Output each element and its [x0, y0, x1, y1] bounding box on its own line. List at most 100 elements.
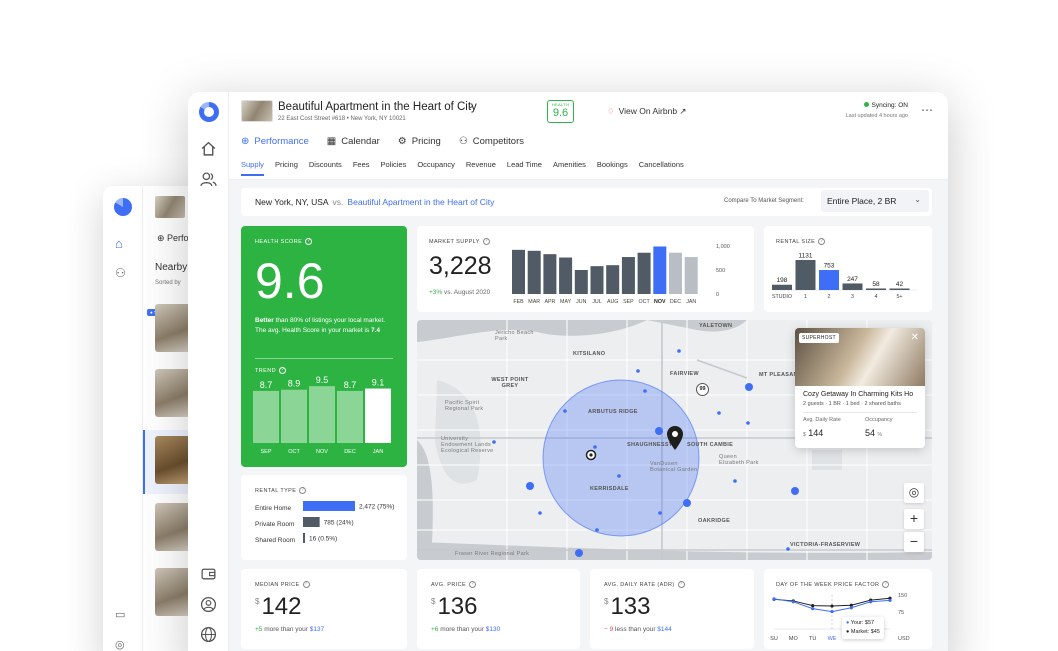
chevron-down-icon[interactable]: ⌄	[467, 100, 475, 111]
logo-icon[interactable]	[199, 102, 219, 122]
listing-title[interactable]: Beautiful Apartment in the Heart of City	[278, 101, 477, 113]
kpi-value: $133	[604, 593, 651, 620]
supply-bar	[512, 249, 525, 294]
supply-tick-label: JAN	[686, 299, 696, 305]
rsize-bar	[819, 270, 839, 290]
account-icon[interactable]	[200, 596, 217, 613]
dow-axis-label: 75	[898, 610, 904, 616]
health-badge-value: 9.6	[552, 107, 569, 119]
supply-tick-label: MAY	[560, 299, 572, 305]
avg-price-card: AVG. PRICE? $136 +6 more than your $130	[417, 569, 580, 649]
subtab-policies[interactable]: Policies	[381, 160, 407, 176]
listing-thumb[interactable]	[155, 304, 191, 352]
compare-listing-link[interactable]: Beautiful Apartment in the Heart of City	[347, 197, 494, 207]
health-score-value: 9.6	[255, 253, 325, 309]
main-tabs: ⊕ Performance ▦ Calendar ⚙ Pricing ⚇ Competi…	[241, 136, 524, 147]
listing-thumb[interactable]	[155, 503, 191, 551]
subtab-discounts[interactable]: Discounts	[309, 160, 342, 176]
supply-bar	[684, 257, 698, 294]
kpi-value: $142	[255, 593, 302, 620]
subtab-lead-time[interactable]: Lead Time	[507, 160, 542, 176]
rental-size-card: RENTAL SIZE? 198 STUDIO 1131 1 753 2 247 3 58 4 42…	[764, 226, 932, 312]
subtab-bookings[interactable]: Bookings	[597, 160, 628, 176]
supply-bar	[669, 252, 682, 294]
rental-type-value-label: 785 (24%)	[324, 520, 354, 527]
home-icon[interactable]: ⌂	[115, 236, 123, 251]
listing-header: Beautiful Apartment in the Heart of City…	[229, 92, 948, 180]
listing-thumb[interactable]	[155, 436, 191, 484]
home-icon[interactable]	[200, 140, 217, 157]
rsize-tick-label: 4	[875, 294, 878, 300]
dow-tick-label: SU	[770, 636, 778, 642]
popup-occ-label: Occupancy	[865, 417, 893, 423]
rental-type-row: Entire Home	[255, 505, 292, 512]
trend-tick-label: SEP	[260, 449, 271, 455]
health-score-card: HEALTH SCORE? 9.6 Better than 80% of lis…	[241, 226, 407, 467]
tab-calendar[interactable]: ▦ Calendar	[327, 136, 380, 147]
tab-pricing[interactable]: ⚙ Pricing	[398, 136, 441, 147]
back-tab-performance[interactable]: ⊕ Perfo	[157, 233, 189, 244]
popup-title[interactable]: Cozy Getaway In Charming Kits Ho	[803, 391, 913, 398]
more-options-icon[interactable]: ⋯	[921, 103, 934, 117]
trend-value-label: 8.7	[260, 380, 273, 390]
view-on-airbnb-link[interactable]: ♢ View On Airbnb ↗	[607, 106, 687, 117]
subtab-fees[interactable]: Fees	[353, 160, 370, 176]
subtab-cancellations[interactable]: Cancellations	[639, 160, 684, 176]
subtab-occupancy[interactable]: Occupancy	[417, 160, 455, 176]
compare-bar: New York, NY, USA vs. Beautiful Apartment …	[241, 188, 932, 216]
wallet-icon[interactable]	[200, 565, 217, 582]
rental-type-bar	[303, 501, 355, 511]
listing-popup[interactable]: SUPERHOST ✕ Cozy Getaway In Charming Kit…	[795, 328, 925, 448]
users-icon[interactable]	[200, 171, 217, 188]
back-sort[interactable]: Sorted by	[155, 280, 181, 286]
zoom-out-button[interactable]: −	[904, 532, 924, 552]
chevron-down-icon: ⌄	[914, 195, 921, 204]
rental-type-row: Private Room	[255, 521, 295, 528]
tab-performance[interactable]: ⊕ Performance	[241, 136, 309, 147]
trend-value-label: 9.1	[372, 378, 385, 388]
subtab-supply[interactable]: Supply	[241, 160, 264, 176]
kpi-label: MEDIAN PRICE?	[255, 581, 310, 588]
adr-card: AVG. DAILY RATE (ADR)? $133 − 9 less tha…	[590, 569, 754, 649]
market-supply-change: +3% vs. August 2020	[429, 289, 491, 296]
popup-occ-value: 54 %	[865, 428, 882, 438]
compare-city: New York, NY, USA vs. Beautiful Apartment …	[255, 197, 495, 207]
location-pin-icon[interactable]	[667, 426, 683, 450]
users-icon[interactable]: ⚇	[115, 266, 126, 280]
dow-point	[888, 598, 892, 602]
sync-status: Syncing: ON Last updated 4 hours ago	[846, 102, 908, 119]
wallet-icon[interactable]: ▭	[115, 608, 125, 621]
dow-point	[811, 607, 815, 611]
logo-icon	[114, 198, 132, 216]
listing-thumb[interactable]	[155, 568, 191, 616]
dow-tick-label: TU	[809, 636, 816, 642]
zoom-in-button[interactable]: +	[904, 509, 924, 529]
trend-bar	[309, 386, 335, 443]
rsize-bar	[889, 288, 910, 290]
close-icon[interactable]: ✕	[911, 332, 919, 343]
rental-type-chart: 2,472 (75%) 785 (24%) 16 (0.5%)	[303, 501, 394, 543]
rental-type-bar	[303, 517, 320, 527]
dow-point	[830, 609, 834, 614]
segment-select[interactable]: Entire Place, 2 BR ⌄	[821, 190, 929, 212]
rsize-bar	[772, 284, 792, 290]
dashboard-window: Beautiful Apartment in the Heart of City…	[188, 92, 948, 651]
popup-rate-label: Avg. Daily Rate	[803, 417, 841, 423]
dow-tick-label: MO	[789, 636, 799, 642]
supply-bar	[527, 250, 541, 294]
status-dot-icon	[863, 102, 869, 107]
account-icon[interactable]: ◎	[115, 638, 125, 651]
subtab-amenities[interactable]: Amenities	[553, 160, 586, 176]
globe-icon[interactable]	[200, 626, 217, 643]
tab-competitors[interactable]: ⚇ Competitors	[459, 136, 524, 147]
locate-icon[interactable]: ◎	[904, 483, 924, 503]
subtab-pricing[interactable]: Pricing	[275, 160, 298, 176]
divider	[803, 412, 917, 413]
subtab-revenue[interactable]: Revenue	[466, 160, 496, 176]
supply-bar	[606, 265, 620, 294]
listing-thumb[interactable]	[155, 369, 191, 417]
rsize-tick-label: 3	[851, 294, 854, 300]
supply-bar	[543, 254, 557, 294]
rsize-tick-label: 1	[804, 294, 807, 300]
market-map[interactable]: YALETOWN KITSILANO WEST POINT GREY FAIRV…	[417, 320, 932, 560]
